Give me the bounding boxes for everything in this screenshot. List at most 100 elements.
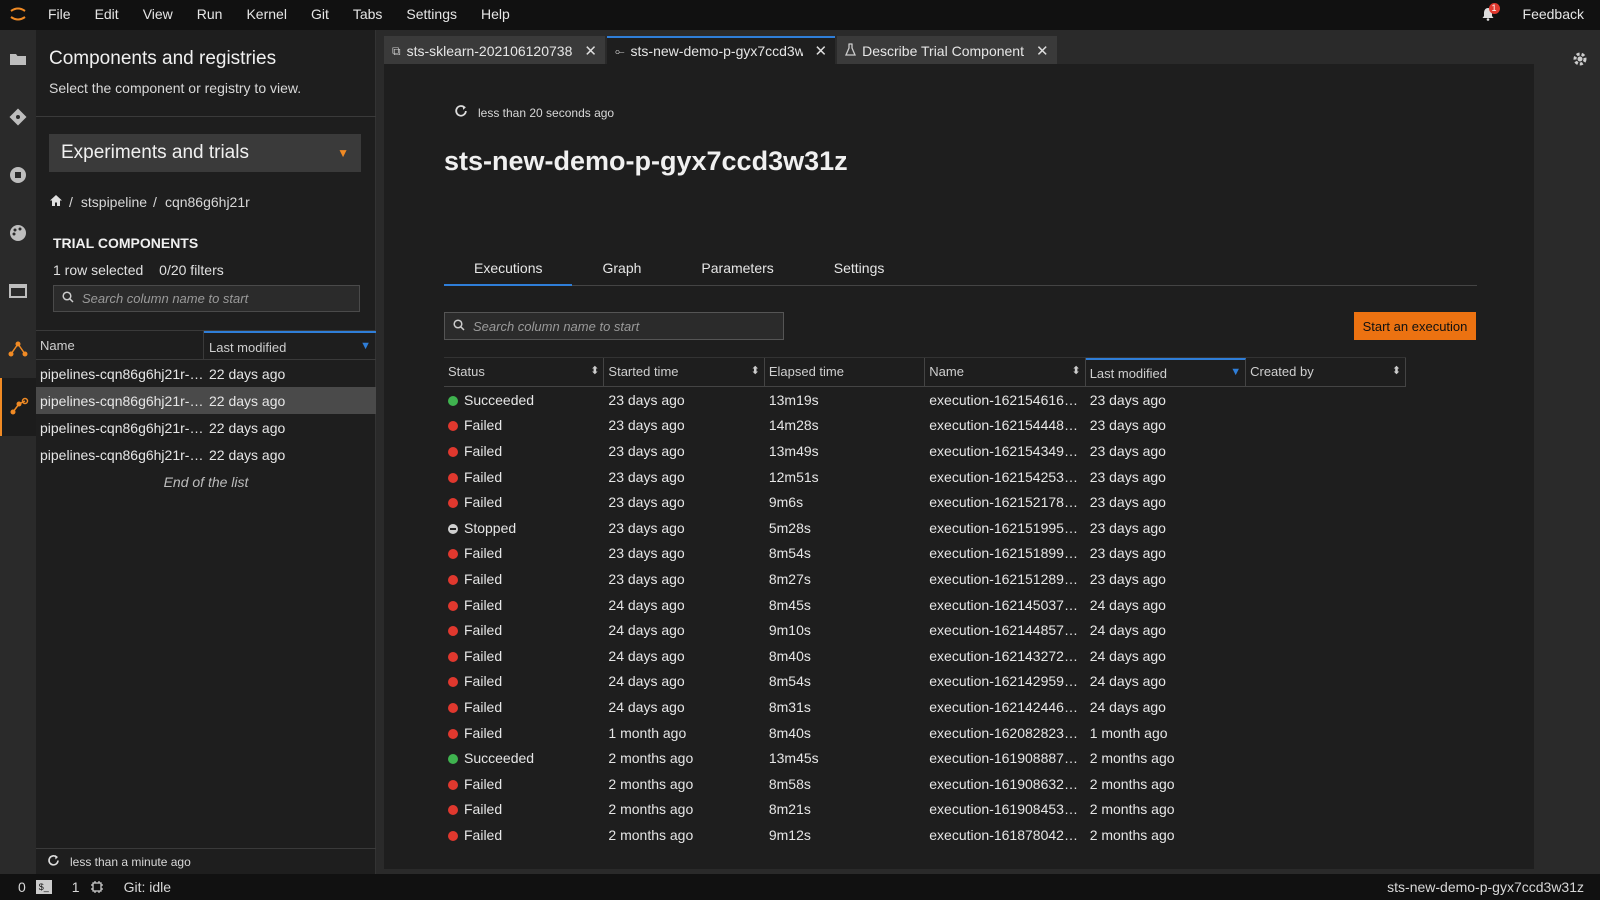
terminal-count[interactable]: 1 [72, 879, 80, 895]
executions-table: Status ⬍ Started time ⬍ Elapsed time Name ⬍… [444, 357, 1407, 848]
tab-executions[interactable]: Executions [444, 254, 573, 286]
column-header-started-time[interactable]: Started time ⬍ [604, 358, 765, 386]
table-row[interactable]: Failed 1 month ago 8m40s execution-16208282… [444, 720, 1406, 746]
notification-button[interactable]: 1 [1473, 0, 1503, 28]
status-cell: Failed [444, 417, 604, 433]
name-cell: execution-1621519956814 [929, 519, 1086, 536]
failed-status-icon [448, 498, 458, 509]
refresh-icon[interactable] [47, 854, 60, 870]
sort-icon[interactable]: ⬍ [590, 364, 599, 380]
table-row[interactable]: pipelines-cqn86g6hj21r-EvaluateModel-8e3… [36, 414, 376, 441]
table-row[interactable]: pipelines-cqn86g6hj21r-RegisterModel-2f6… [36, 441, 376, 468]
elapsed-time-cell: 12m51s [768, 468, 819, 485]
close-icon[interactable]: ✕ [584, 42, 597, 60]
status-label: Succeeded [464, 750, 535, 767]
menu-settings[interactable]: Settings [394, 0, 469, 28]
started-time-cell: 24 days ago [608, 698, 685, 715]
status-cell: Succeeded [444, 750, 604, 766]
tab-parameters[interactable]: Parameters [671, 254, 803, 286]
status-label: Failed [464, 775, 503, 792]
components-icon[interactable] [0, 320, 36, 378]
table-row[interactable]: Failed 2 months ago 8m21s execution-1619084… [444, 797, 1406, 823]
git-icon[interactable] [0, 88, 36, 146]
status-label: Failed [464, 570, 503, 587]
table-row[interactable]: Failed 23 days ago 12m51s execution-1621542… [444, 464, 1406, 490]
tab-graph[interactable]: Graph [572, 254, 671, 286]
breadcrumb: / stspipeline / cqn86g6hj21r [49, 194, 250, 210]
experiments-icon[interactable] [0, 378, 36, 436]
column-header-last-modified[interactable]: Last modified ▼ [1085, 358, 1247, 386]
tab-sts-new-demo[interactable]: ⟜ sts-new-demo-p-gyx7ccd3w31z ✕ [606, 36, 836, 64]
sort-icon[interactable]: ⬍ [1392, 364, 1401, 380]
sort-icon[interactable]: ⬍ [1071, 364, 1080, 380]
menu-view[interactable]: View [131, 0, 185, 28]
column-header-status[interactable]: Status ⬍ [444, 358, 605, 386]
table-row[interactable]: Failed 24 days ago 8m31s execution-16214244… [444, 694, 1406, 720]
table-row[interactable]: Failed 23 days ago 14m28s execution-1621544… [444, 413, 1406, 439]
table-row[interactable]: Succeeded 2 months ago 13m45s execution-161… [444, 745, 1406, 771]
kernel-count[interactable]: 0 [18, 879, 26, 895]
main-area: ⧉ sts-sklearn-202106120738 ✕ ⟜ sts-new-d… [376, 30, 1560, 874]
sidebar-search-input[interactable]: Search column name to start [53, 285, 360, 312]
git-status[interactable]: Git: idle [124, 879, 171, 895]
filters-count[interactable]: 0/20 filters [159, 262, 224, 278]
start-execution-button[interactable]: Start an execution [1354, 312, 1476, 340]
column-header-name[interactable]: Name [36, 331, 204, 359]
table-row[interactable]: Failed 2 months ago 9m12s execution-1618780… [444, 822, 1406, 848]
column-header-name[interactable]: Name ⬍ [925, 358, 1086, 386]
sort-icon[interactable]: ⬍ [751, 364, 760, 380]
table-row[interactable]: Failed 23 days ago 13m49s execution-1621543… [444, 438, 1406, 464]
started-time-cell: 1 month ago [608, 724, 687, 741]
table-row[interactable]: Failed 23 days ago 9m6s execution-162152178… [444, 489, 1406, 515]
sort-desc-icon[interactable]: ▼ [360, 340, 371, 352]
breadcrumb-item-trial[interactable]: cqn86g6hj21r [165, 194, 250, 210]
table-row[interactable]: pipelines-cqn86g6hj21r-PreprocessData-9c… [36, 360, 376, 387]
table-row[interactable]: Failed 24 days ago 9m10s execution-16214485… [444, 617, 1406, 643]
sort-desc-icon[interactable]: ▼ [1230, 366, 1241, 380]
breadcrumb-item-pipeline[interactable]: stspipeline [81, 194, 147, 210]
running-kernels-icon[interactable] [0, 146, 36, 204]
menu-help[interactable]: Help [469, 0, 522, 28]
failed-status-icon [448, 702, 458, 713]
column-header-created-by[interactable]: Created by ⬍ [1246, 358, 1407, 386]
menu-run[interactable]: Run [185, 0, 235, 28]
registry-selector[interactable]: Experiments and trials ▼ [49, 134, 361, 172]
table-row[interactable]: Failed 24 days ago 8m40s execution-16214327… [444, 643, 1406, 669]
column-header-last-modified[interactable]: Last modified ▼ [204, 331, 376, 359]
table-row[interactable]: Failed 23 days ago 8m54s execution-16215189… [444, 541, 1406, 567]
table-row[interactable]: Failed 24 days ago 8m54s execution-16214295… [444, 669, 1406, 695]
elapsed-time-cell: 8m27s [768, 570, 811, 587]
table-row[interactable]: Succeeded 23 days ago 13m19s execution-1621… [444, 387, 1406, 413]
menu-tabs[interactable]: Tabs [341, 0, 395, 28]
menu-edit[interactable]: Edit [83, 0, 131, 28]
close-icon[interactable]: ✕ [815, 42, 828, 60]
rows-selected: 1 row selected [53, 262, 144, 278]
home-icon[interactable] [49, 194, 63, 210]
menu-git[interactable]: Git [299, 0, 341, 28]
menu-file[interactable]: File [36, 0, 83, 28]
folder-icon[interactable] [0, 30, 36, 88]
gear-icon[interactable] [1560, 30, 1600, 88]
table-row[interactable]: Failed 23 days ago 8m27s execution-16215128… [444, 566, 1406, 592]
close-icon[interactable]: ✕ [1036, 42, 1049, 60]
tabs-icon[interactable] [0, 262, 36, 320]
elapsed-time-cell: 8m40s [768, 647, 811, 664]
menu-kernel[interactable]: Kernel [234, 0, 298, 28]
table-row-selected[interactable]: pipelines-cqn86g6hj21r-TrainModel-4b2a1e… [36, 387, 376, 414]
refresh-icon[interactable] [454, 104, 468, 122]
elapsed-time-cell: 13m49s [768, 442, 819, 459]
table-row[interactable]: Stopped 23 days ago 5m28s execution-1621519… [444, 515, 1406, 541]
tab-describe-trial-component[interactable]: Describe Trial Component ✕ [837, 36, 1057, 64]
column-header-label: Created by [1250, 364, 1314, 379]
executions-search-input[interactable]: Search column name to start [444, 312, 784, 340]
table-row[interactable]: Failed 2 months ago 8m58s execution-1619086… [444, 771, 1406, 797]
feedback-link[interactable]: Feedback [1523, 6, 1584, 22]
tab-sts-sklearn[interactable]: ⧉ sts-sklearn-202106120738 ✕ [384, 36, 605, 64]
palette-icon[interactable] [0, 204, 36, 262]
status-label: Failed [464, 622, 503, 639]
table-row[interactable]: Failed 24 days ago 8m45s execution-16214503… [444, 592, 1406, 618]
last-modified-cell: 1 month ago [1089, 724, 1168, 741]
last-modified-cell: 23 days ago [1089, 545, 1166, 562]
column-header-elapsed-time[interactable]: Elapsed time [765, 358, 926, 386]
tab-settings[interactable]: Settings [804, 254, 915, 286]
